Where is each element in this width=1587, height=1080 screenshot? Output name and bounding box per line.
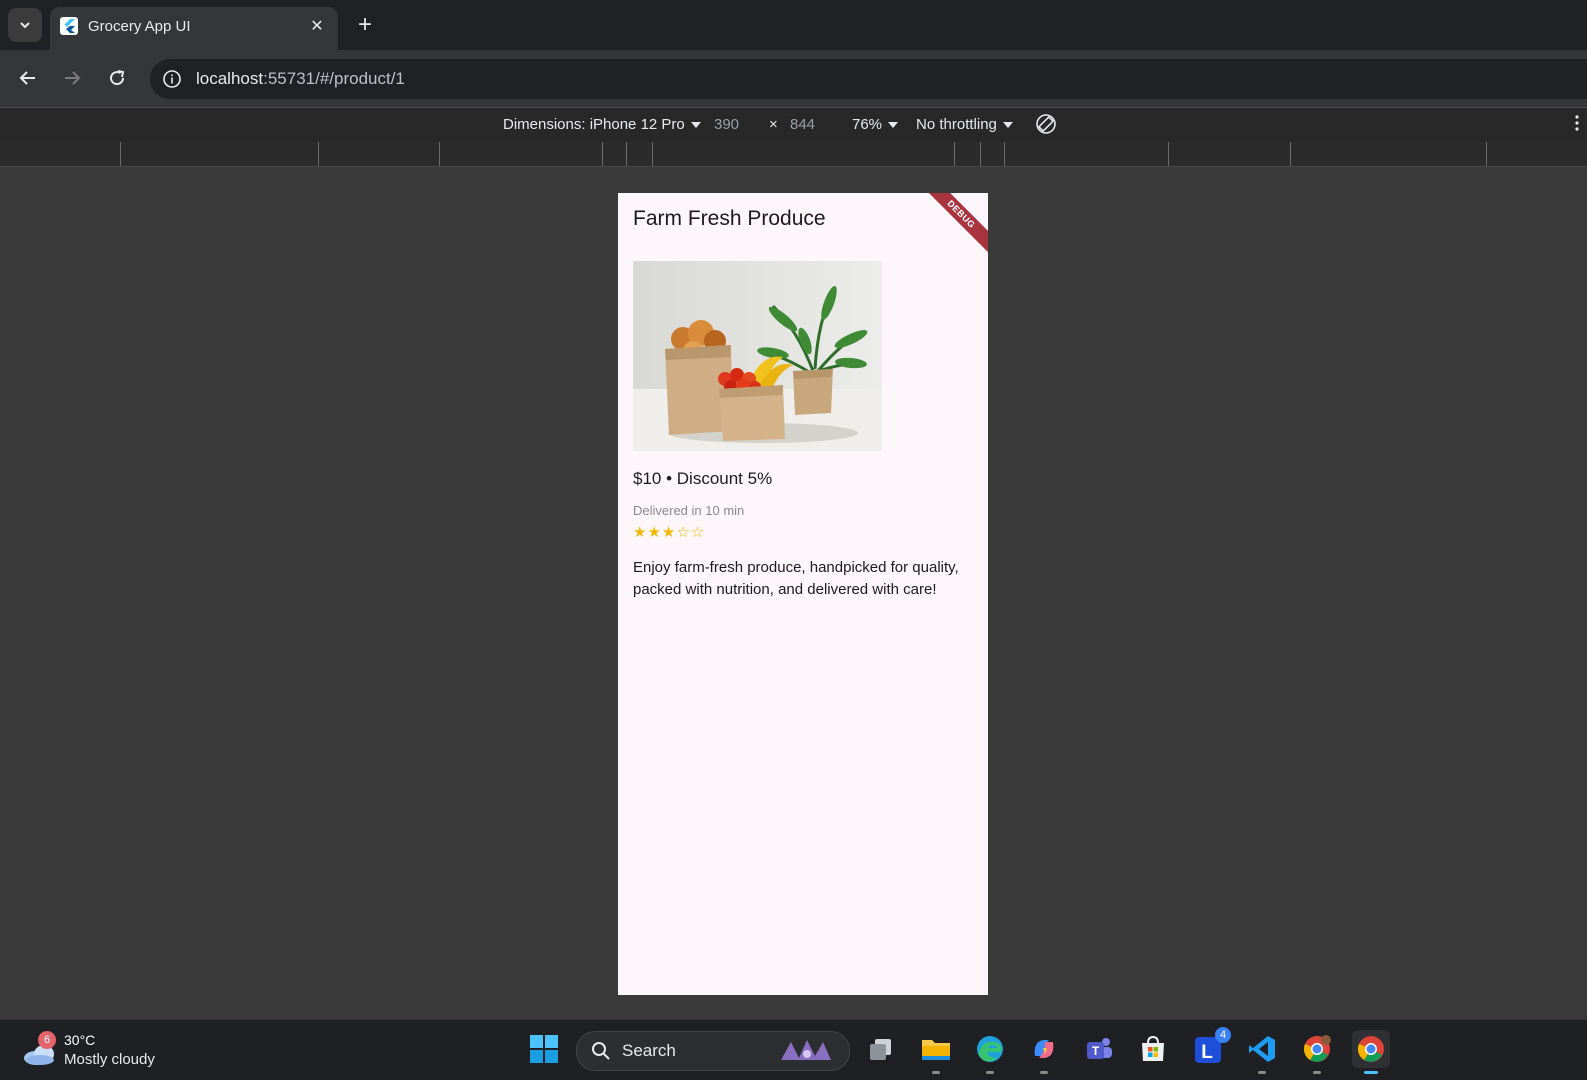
os-taskbar: 6 30°C Mostly cloudy Search T L 4 bbox=[0, 1019, 1587, 1080]
site-info-icon[interactable] bbox=[160, 67, 184, 91]
caret-down-icon bbox=[888, 122, 899, 129]
device-dimensions-select[interactable]: Dimensions: iPhone 12 Pro bbox=[503, 116, 701, 133]
svg-text:T: T bbox=[1092, 1044, 1100, 1058]
svg-text:L: L bbox=[1201, 1042, 1213, 1063]
ruler-tick bbox=[1168, 142, 1169, 166]
rating-stars: ★★★☆☆ bbox=[633, 524, 706, 541]
tab-search-button[interactable] bbox=[8, 8, 42, 42]
ruler-tick bbox=[602, 142, 603, 166]
teams-icon[interactable]: T bbox=[1080, 1030, 1118, 1068]
zoom-label: 76% bbox=[852, 116, 883, 133]
back-arrow-icon bbox=[19, 71, 35, 85]
weather-temperature: 30°C bbox=[64, 1032, 96, 1048]
ruler-tick bbox=[439, 142, 440, 166]
reload-button[interactable] bbox=[101, 62, 133, 94]
vscode-icon[interactable] bbox=[1243, 1030, 1281, 1074]
forward-arrow-icon bbox=[65, 71, 81, 85]
chrome-profile-icon[interactable] bbox=[1298, 1030, 1336, 1074]
price-discount-text: $10 • Discount 5% bbox=[633, 469, 773, 488]
forward-button[interactable] bbox=[56, 62, 88, 94]
taskbar-search[interactable]: Search bbox=[576, 1031, 850, 1071]
caret-down-icon bbox=[1002, 122, 1013, 129]
ruler-tick bbox=[954, 142, 955, 166]
flutter-icon bbox=[60, 17, 78, 35]
device-width-input[interactable]: 390 bbox=[714, 116, 739, 133]
caret-down-icon bbox=[690, 122, 701, 129]
copilot-icon[interactable] bbox=[1025, 1030, 1063, 1074]
ruler-tick bbox=[652, 142, 653, 166]
close-tab-icon[interactable]: ✕ bbox=[304, 13, 330, 39]
ruler-tick bbox=[980, 142, 981, 166]
windows-start-icon[interactable] bbox=[525, 1030, 563, 1068]
device-dimensions-label: Dimensions: iPhone 12 Pro bbox=[503, 116, 685, 133]
page-title: Farm Fresh Produce bbox=[633, 207, 826, 230]
search-highlight-icon bbox=[781, 1040, 831, 1060]
chrome-icon[interactable] bbox=[1352, 1030, 1390, 1074]
ruler-tick bbox=[626, 142, 627, 166]
ruler-tick bbox=[1486, 142, 1487, 166]
chevron-down-icon bbox=[20, 22, 30, 29]
browser-tab-strip: Grocery App UI ✕ + bbox=[0, 0, 1587, 50]
product-description: Enjoy farm-fresh produce, handpicked for… bbox=[633, 559, 959, 598]
running-indicator bbox=[986, 1071, 994, 1074]
running-indicator bbox=[932, 1071, 940, 1074]
running-indicator bbox=[1258, 1071, 1266, 1074]
weather-badge: 6 bbox=[38, 1031, 56, 1049]
running-indicator bbox=[1040, 1071, 1048, 1074]
back-button[interactable] bbox=[12, 62, 44, 94]
media-query-ruler bbox=[0, 142, 1587, 167]
zoom-select[interactable]: 76% bbox=[852, 116, 899, 133]
notification-badge: 4 bbox=[1215, 1027, 1231, 1043]
delivery-time-text: Delivered in 10 min bbox=[633, 503, 745, 518]
ruler-tick bbox=[1004, 142, 1005, 166]
more-options-icon[interactable] bbox=[1574, 114, 1580, 136]
new-tab-button[interactable]: + bbox=[350, 10, 380, 40]
ruler-tick bbox=[1290, 142, 1291, 166]
address-bar[interactable]: localhost:55731/#/product/1 bbox=[150, 59, 1587, 99]
active-indicator bbox=[1364, 1071, 1378, 1074]
product-image bbox=[633, 261, 882, 451]
search-icon bbox=[592, 1042, 610, 1060]
url-host: localhost bbox=[196, 69, 264, 88]
browser-tab[interactable]: Grocery App UI ✕ bbox=[50, 7, 338, 50]
reload-icon bbox=[110, 70, 125, 86]
l-app-icon[interactable]: L 4 bbox=[1189, 1027, 1231, 1068]
throttling-select[interactable]: No throttling bbox=[916, 116, 1013, 133]
running-indicator bbox=[1313, 1071, 1321, 1074]
edge-icon[interactable] bbox=[971, 1030, 1009, 1074]
device-toolbar: Dimensions: iPhone 12 Pro 390 × 844 76% … bbox=[0, 107, 1587, 143]
device-height-input[interactable]: 844 bbox=[790, 116, 815, 133]
weather-widget[interactable]: 6 30°C Mostly cloudy bbox=[22, 1031, 182, 1072]
tab-title: Grocery App UI bbox=[88, 18, 191, 35]
ruler-tick bbox=[318, 142, 319, 166]
debug-banner: DEBUG bbox=[916, 193, 988, 259]
ruler-tick bbox=[120, 142, 121, 166]
file-explorer-icon[interactable] bbox=[917, 1030, 955, 1074]
rotate-device-icon[interactable] bbox=[1034, 112, 1058, 140]
task-view-icon[interactable] bbox=[862, 1030, 900, 1068]
browser-toolbar: localhost:55731/#/product/1 bbox=[0, 50, 1587, 107]
device-viewport: Farm Fresh Produce DEBUG $10 • Discount … bbox=[618, 193, 988, 995]
times-icon: × bbox=[769, 116, 778, 133]
weather-condition: Mostly cloudy bbox=[64, 1051, 155, 1068]
search-label: Search bbox=[622, 1041, 676, 1060]
url-text[interactable]: localhost:55731/#/product/1 bbox=[196, 69, 405, 89]
url-path: :55731/#/product/1 bbox=[263, 69, 405, 88]
microsoft-store-icon[interactable] bbox=[1134, 1030, 1172, 1068]
throttling-label: No throttling bbox=[916, 116, 997, 133]
